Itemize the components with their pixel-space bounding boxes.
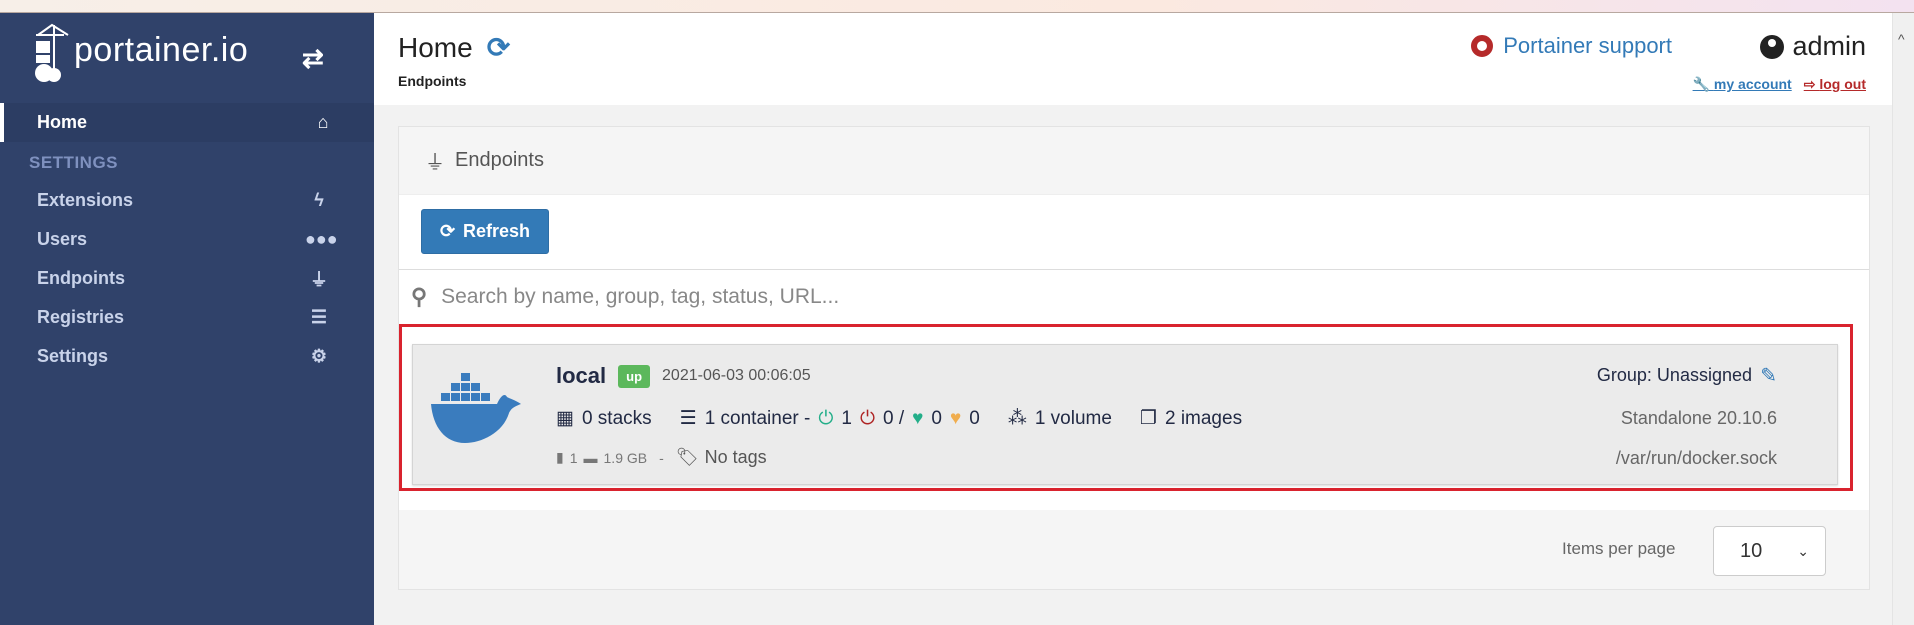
page-header: Home ⟳ Endpoints Portainer support admin… bbox=[374, 13, 1892, 105]
sidebar-item-label: Registries bbox=[37, 307, 125, 327]
plug-icon: ⏚ bbox=[425, 152, 445, 174]
users-icon: ●●● bbox=[305, 229, 338, 249]
tags-icon: 🏷 bbox=[675, 447, 699, 467]
bolt-icon: ϟ bbox=[314, 190, 324, 210]
endpoint-stats: ▦ 0 stacks ☰ 1 container - ⏻ 1 ⏻ 0 / ♥ 0… bbox=[556, 407, 1242, 430]
life-ring-icon bbox=[1471, 35, 1494, 57]
endpoint-type: Standalone 20.10.6 bbox=[1620, 408, 1777, 428]
panel-title: Endpoints bbox=[455, 149, 544, 171]
items-per-page-value: 10 bbox=[1740, 539, 1763, 562]
volumes-count: 1 volume bbox=[1034, 407, 1112, 429]
cpu-count: 1 bbox=[569, 449, 578, 466]
cubes-icon: ⁂ bbox=[1007, 408, 1027, 429]
sidebar-item-label: Settings bbox=[37, 346, 109, 366]
sidebar-item-extensions[interactable]: Extensions ϟ bbox=[0, 181, 374, 220]
endpoint-meta: ▮ 1 ▬ 1.9 GB - 🏷 No tags bbox=[556, 447, 767, 468]
endpoint-name: local bbox=[556, 363, 607, 388]
account-links: 🔧 my account ⇨ log out bbox=[1693, 76, 1866, 93]
endpoint-url: /var/run/docker.sock bbox=[1615, 448, 1777, 468]
cogs-icon: ⚙ bbox=[310, 346, 328, 366]
clone-icon: ❐ bbox=[1139, 408, 1157, 429]
search-input[interactable] bbox=[441, 285, 1742, 309]
unhealthy-count: 0 bbox=[969, 407, 980, 429]
server-icon: ☰ bbox=[679, 408, 697, 429]
stopped-count: 0 / bbox=[882, 407, 905, 429]
sidebar-item-settings[interactable]: Settings ⚙ bbox=[0, 337, 374, 376]
page-title-text: Home bbox=[398, 31, 473, 63]
refresh-icon: ⟳ bbox=[439, 221, 456, 241]
my-account-link[interactable]: 🔧 my account bbox=[1693, 76, 1792, 93]
running-count: 1 bbox=[841, 407, 852, 429]
heartbeat-unhealthy-icon: ♥ bbox=[949, 407, 962, 429]
panel-footer: Items per page 10 ⌄ bbox=[399, 510, 1869, 589]
endpoints-panel: ⏚ Endpoints ⟳ Refresh ⚲ local up 2021-06… bbox=[398, 126, 1870, 590]
power-stopped-icon: ⏻ bbox=[859, 407, 875, 429]
scroll-up-icon[interactable]: ^ bbox=[1898, 31, 1905, 47]
refresh-label: Refresh bbox=[463, 221, 531, 241]
refresh-button[interactable]: ⟳ Refresh bbox=[421, 209, 549, 254]
portainer-logo[interactable]: portainer.io bbox=[34, 23, 248, 85]
settings-section-heading: SETTINGS bbox=[29, 153, 119, 172]
logo-text: portainer.io bbox=[74, 30, 249, 69]
search-icon: ⚲ bbox=[411, 284, 428, 309]
panel-header: ⏚ Endpoints bbox=[399, 127, 1869, 195]
portainer-crane-icon bbox=[35, 23, 69, 82]
user-circle-icon bbox=[1760, 34, 1785, 59]
separator: - bbox=[659, 449, 664, 466]
endpoint-item-local[interactable]: local up 2021-06-03 00:06:05 ▦ 0 stacks … bbox=[412, 344, 1838, 485]
page-scrollbar[interactable]: ^ bbox=[1892, 13, 1914, 625]
cpu-icon: ▮ bbox=[556, 449, 564, 465]
sidebar-item-label: Endpoints bbox=[37, 268, 125, 288]
items-per-page-label: Items per page bbox=[1562, 539, 1676, 558]
heartbeat-healthy-icon: ♥ bbox=[912, 407, 924, 429]
refresh-icon[interactable]: ⟳ bbox=[487, 31, 510, 64]
home-icon: ⌂ bbox=[317, 112, 329, 132]
endpoint-name-row: local up 2021-06-03 00:06:05 bbox=[556, 363, 811, 389]
sidebar-item-users[interactable]: Users ●●● bbox=[0, 220, 374, 259]
pencil-edit-icon[interactable]: ✎ bbox=[1760, 363, 1777, 388]
stacks-icon: ▦ bbox=[556, 408, 574, 429]
power-running-icon: ⏻ bbox=[818, 407, 834, 429]
chevron-down-icon: ⌄ bbox=[1797, 542, 1809, 559]
images-count: 2 images bbox=[1164, 407, 1243, 429]
items-per-page-select[interactable]: 10 ⌄ bbox=[1713, 526, 1826, 576]
memory-size: 1.9 GB bbox=[603, 449, 648, 466]
sidebar-item-registries[interactable]: Registries ☰ bbox=[0, 298, 374, 337]
breadcrumb: Endpoints bbox=[398, 73, 467, 89]
memory-icon: ▬ bbox=[583, 449, 598, 466]
portainer-support-link[interactable]: Portainer support bbox=[1471, 33, 1672, 59]
support-label: Portainer support bbox=[1503, 33, 1672, 58]
my-account-label: my account bbox=[1713, 76, 1792, 92]
tags-label: No tags bbox=[704, 447, 767, 467]
stacks-count: 0 stacks bbox=[581, 407, 652, 429]
log-out-link[interactable]: ⇨ log out bbox=[1804, 76, 1866, 93]
containers-count: 1 container - bbox=[704, 407, 811, 429]
search-bar: ⚲ bbox=[399, 269, 1869, 324]
sidebar-item-home[interactable]: Home ⌂ bbox=[0, 103, 374, 142]
database-icon: ☰ bbox=[310, 307, 328, 327]
swap-arrows-icon[interactable]: ⇄ bbox=[302, 43, 324, 74]
browser-tab-strip bbox=[0, 0, 1914, 13]
endpoint-timestamp: 2021-06-03 00:06:05 bbox=[662, 367, 811, 384]
endpoint-group: Group: Unassigned bbox=[1596, 365, 1752, 385]
username: admin bbox=[1792, 31, 1866, 61]
user-menu: admin bbox=[1760, 31, 1866, 62]
plug-icon: ⏚ bbox=[310, 269, 328, 290]
sidebar: portainer.io ⇄ Home ⌂ SETTINGS Extension… bbox=[0, 13, 374, 625]
page-title: Home ⟳ bbox=[398, 31, 510, 64]
status-badge: up bbox=[618, 364, 651, 388]
sidebar-item-endpoints[interactable]: Endpoints ⏚ bbox=[0, 259, 374, 298]
sidebar-item-label: Home bbox=[37, 112, 88, 132]
sidebar-item-label: Users bbox=[37, 229, 88, 249]
docker-icon bbox=[431, 373, 521, 443]
sidebar-item-label: Extensions bbox=[37, 190, 134, 210]
healthy-count: 0 bbox=[931, 407, 942, 429]
log-out-label: log out bbox=[1819, 76, 1866, 92]
